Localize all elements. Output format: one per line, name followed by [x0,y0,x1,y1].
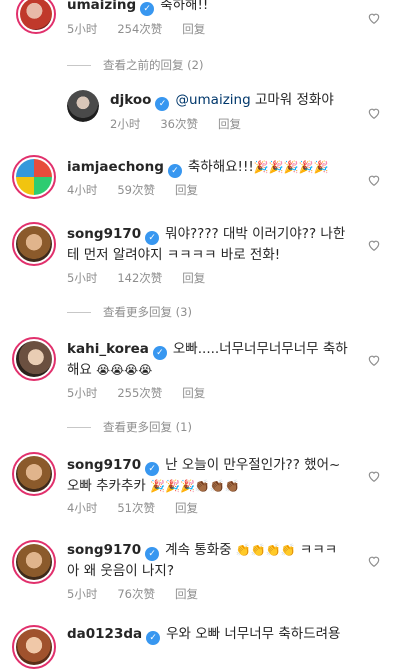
avatar[interactable] [12,337,56,381]
comment-text-line2: 해요 [67,362,92,378]
comment-text-line2: 테 먼저 알려야지 ㅋㅋㅋㅋ 바로 전화! [67,247,281,263]
comment-username[interactable]: song9170 [67,226,141,242]
verified-badge-icon: ✓ [155,97,170,111]
view-previous-replies[interactable]: 查看之前的回复 (2) [67,57,203,73]
comment-time: 5小时 [67,271,98,285]
comment-likes[interactable]: 142次赞 [117,271,162,285]
verified-badge-icon: ✓ [145,547,160,561]
verified-badge-icon: ✓ [152,346,167,360]
reply-button[interactable]: 回复 [175,587,198,601]
comment-username[interactable]: iamjaechong [67,159,164,175]
comment-row: umaizing ✓ 축하해!! [67,0,208,16]
comment-meta: 5小时 255次赞 回复 [67,385,225,401]
like-heart-icon[interactable] [367,10,381,24]
like-heart-icon[interactable] [367,352,381,366]
reply-button[interactable]: 回复 [182,386,205,400]
avatar[interactable] [12,625,56,669]
comment-username[interactable]: djkoo [110,92,151,108]
comment-text: 오빠.....너무너무너무너무 축하 [172,341,348,357]
comment-text: 난 오늘이 만우절인가?? 했어~ [165,457,341,473]
verified-badge-icon: ✓ [145,462,160,476]
reply-button[interactable]: 回复 [175,501,198,515]
verified-badge-icon: ✓ [146,631,161,645]
comment-likes[interactable]: 51次赞 [117,501,155,515]
crying-emoji: 😭😭😭😭 [96,363,153,377]
divider-line [67,312,91,313]
comment-text: 고마워 정화야 [250,92,334,108]
comment-meta: 5小时 254次赞 回复 [67,21,225,37]
comment-time: 4小时 [67,501,98,515]
comment-likes[interactable]: 36次赞 [160,117,198,131]
reply-button[interactable]: 回复 [182,22,205,36]
divider-line [67,65,91,66]
verified-badge-icon: ✓ [167,164,182,178]
like-heart-icon[interactable] [367,553,381,567]
comment-text: 축하해요!!! [187,159,254,175]
comment-likes[interactable]: 255次赞 [117,386,162,400]
party-popper-emoji: 🎉🎉🎉🎉🎉 [253,160,329,174]
reply-button[interactable]: 回复 [175,183,198,197]
like-heart-icon[interactable] [367,172,381,186]
comment-row: djkoo ✓ @umaizing 고마워 정화야 [110,90,334,111]
party-clap-emoji: 🎉🎉🎉👏🏾👏🏾👏🏾 [150,479,240,493]
comment-row: song9170 ✓ 계속 통화중 👏👏👏👏 ㅋㅋㅋ 아 왜 웃음이 나지? [67,540,367,582]
mention-link[interactable]: @umaizing [175,92,250,108]
comment-likes[interactable]: 254次赞 [117,22,162,36]
comment-text: 뭐야???? 대박 이러기야?? 나한 [165,226,346,242]
avatar[interactable] [12,222,56,266]
comment-text: 계속 통화중 [165,542,232,558]
comment-row: song9170 ✓ 뭐야???? 대박 이러기야?? 나한 테 먼저 알려야지 ㅋ… [67,224,357,266]
avatar[interactable] [16,0,56,34]
comment-row: song9170 ✓ 난 오늘이 만우절인가?? 했어~ 오빠 추카추카 🎉🎉🎉👏🏾… [67,455,367,497]
comment-text-suffix: ㅋㅋㅋ [295,542,338,558]
reply-button[interactable]: 回复 [218,117,241,131]
comment-meta: 4小时 51次赞 回复 [67,500,218,516]
comment-text-line2: 아 왜 웃음이 나지? [67,563,174,579]
comment-meta: 5小时 76次赞 回复 [67,586,218,602]
avatar[interactable] [67,90,99,122]
comment-time: 4小时 [67,183,98,197]
like-heart-icon[interactable] [367,468,381,482]
view-more-replies[interactable]: 查看更多回复 (1) [67,419,192,435]
comment-row: iamjaechong ✓ 축하해요!!!🎉🎉🎉🎉🎉 [67,157,329,178]
verified-badge-icon: ✓ [140,2,155,16]
verified-badge-icon: ✓ [145,231,160,245]
clap-emoji: 👏👏👏👏 [235,543,296,557]
avatar[interactable] [12,452,56,496]
reply-button[interactable]: 回复 [182,271,205,285]
comment-meta: 4小时 59次赞 回复 [67,182,218,198]
divider-line [67,427,91,428]
comment-likes[interactable]: 59次赞 [117,183,155,197]
comment-meta: 5小时 142次赞 回复 [67,270,225,286]
comment-time: 2小时 [110,117,141,131]
comment-username[interactable]: kahi_korea [67,341,149,357]
comment-username[interactable]: song9170 [67,542,141,558]
avatar[interactable] [12,540,56,584]
comment-time: 5小时 [67,386,98,400]
comment-row: kahi_korea ✓ 오빠.....너무너무너무너무 축하 해요 😭😭😭😭 [67,339,357,381]
like-heart-icon[interactable] [367,237,381,251]
avatar[interactable] [12,155,56,199]
comment-likes[interactable]: 76次赞 [117,587,155,601]
comment-text: 축하해!! [160,0,209,13]
comment-text-line2: 오빠 추카추카 [67,478,146,494]
comment-meta: 2小时 36次赞 回复 [110,116,261,132]
comment-username[interactable]: umaizing [67,0,136,13]
comment-username[interactable]: song9170 [67,457,141,473]
comment-time: 5小时 [67,587,98,601]
view-more-replies[interactable]: 查看更多回复 (3) [67,304,192,320]
like-heart-icon[interactable] [367,105,381,119]
comment-row: da0123da ✓ 우와 오빠 너무너무 축하드려용 [67,624,367,645]
comment-time: 5小时 [67,22,98,36]
